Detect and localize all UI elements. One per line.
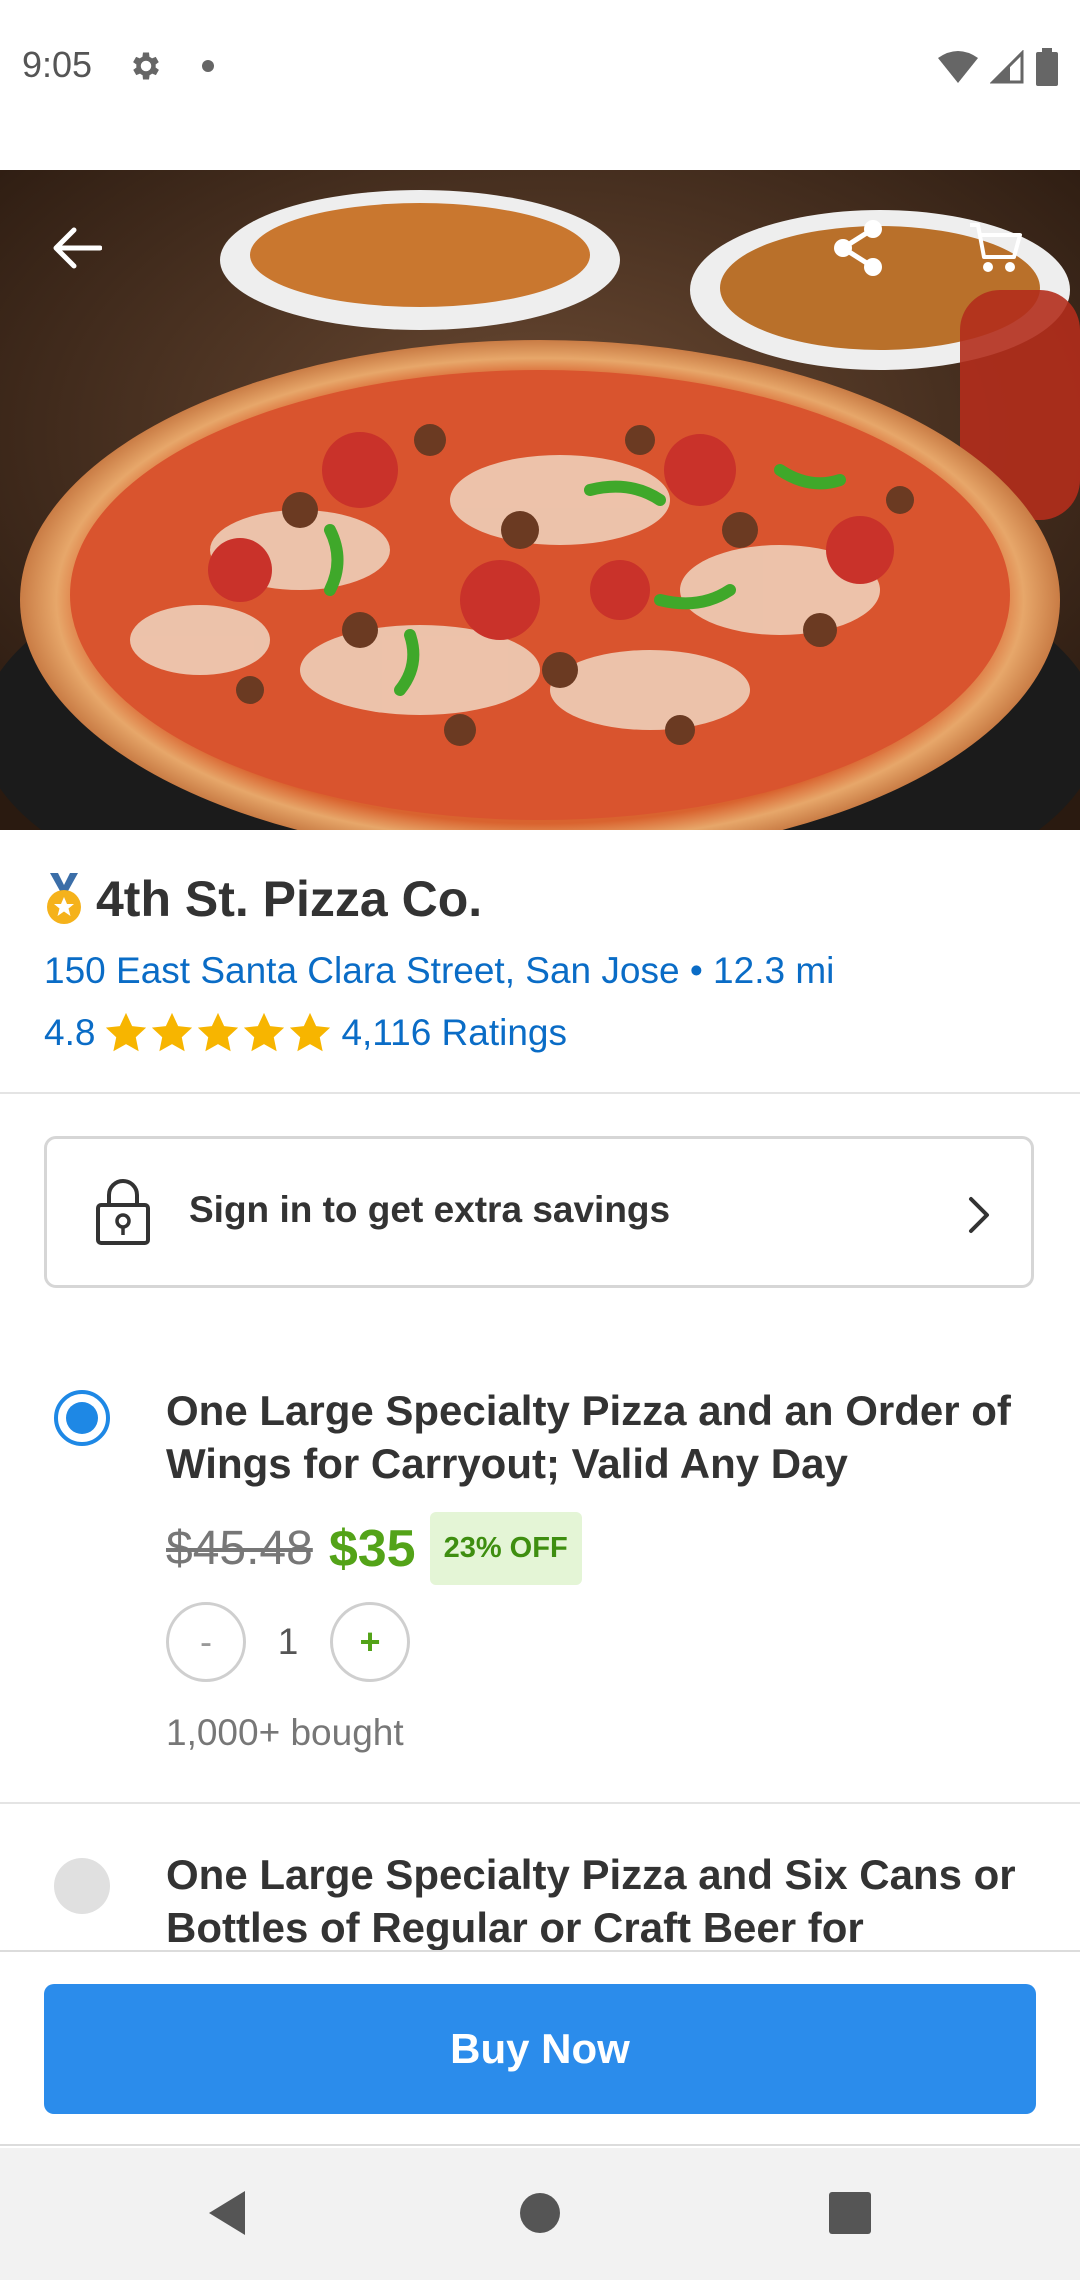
nav-back-icon xyxy=(209,2191,245,2235)
original-price: $45.48 xyxy=(166,1522,313,1575)
star-icon xyxy=(198,1012,239,1052)
status-time: 9:05 xyxy=(22,44,93,85)
quantity-stepper: - 1 + xyxy=(166,1602,410,1682)
cart-button[interactable] xyxy=(956,208,1036,288)
gear-icon xyxy=(133,52,159,80)
hero-image xyxy=(0,170,1080,830)
pizza-photo xyxy=(0,170,1080,830)
nav-home-icon xyxy=(520,2193,560,2233)
wifi-icon xyxy=(938,51,978,83)
notification-dot-icon xyxy=(202,60,214,72)
star-icon xyxy=(152,1012,193,1052)
star-rating xyxy=(103,1010,333,1056)
signin-savings-banner[interactable]: Sign in to get extra savings xyxy=(44,1136,1034,1288)
nav-recents-icon xyxy=(829,2192,871,2234)
back-button[interactable] xyxy=(36,208,116,288)
deal-option[interactable]: One Large Specialty Pizza and Six Cans o… xyxy=(0,1804,1080,1954)
deal-option[interactable]: One Large Specialty Pizza and an Order o… xyxy=(0,1360,1080,1804)
star-icon xyxy=(106,1012,147,1052)
ratings-count: 4,116 Ratings xyxy=(341,1012,568,1053)
increase-quantity-button[interactable]: + xyxy=(330,1602,410,1682)
merchant-address-link[interactable]: 150 East Santa Clara Street, San Jose • … xyxy=(44,950,834,992)
cart-icon xyxy=(970,223,1022,272)
merchant-info: 4th St. Pizza Co. 150 East Santa Clara S… xyxy=(0,830,1080,1094)
discount-badge: 23% OFF xyxy=(429,1512,582,1585)
status-icons xyxy=(938,48,1058,86)
discounted-price: $35 xyxy=(328,1519,416,1578)
status-bar: 9:05 xyxy=(0,0,1080,170)
quantity-value: 1 xyxy=(277,1621,299,1662)
signin-label: Sign in to get extra savings xyxy=(189,1189,671,1230)
lock-icon xyxy=(96,1179,150,1245)
nav-home-button[interactable] xyxy=(505,2178,575,2248)
option-radio-unselected[interactable] xyxy=(54,1858,110,1914)
option-radio-selected[interactable] xyxy=(54,1390,110,1446)
price-row: $45.48 $35 23% OFF xyxy=(166,1512,582,1585)
share-icon xyxy=(834,220,882,276)
nav-recents-button[interactable] xyxy=(815,2178,885,2248)
share-button[interactable] xyxy=(818,208,898,288)
chevron-right-icon xyxy=(969,1197,989,1233)
decrease-quantity-button[interactable]: - xyxy=(166,1602,246,1682)
bought-count: 1,000+ bought xyxy=(166,1712,404,1753)
battery-icon xyxy=(1036,48,1058,86)
star-icon xyxy=(244,1012,285,1052)
star-icon xyxy=(290,1012,331,1052)
buy-bar: Buy Now xyxy=(0,1950,1080,2146)
option-title: One Large Specialty Pizza and Six Cans o… xyxy=(166,1851,1016,1951)
merchant-name: 4th St. Pizza Co. xyxy=(96,871,483,927)
nav-back-button[interactable] xyxy=(192,2178,262,2248)
rating-row[interactable]: 4.8 4,116 Ratings xyxy=(44,1010,567,1056)
rating-value: 4.8 xyxy=(44,1012,96,1053)
back-arrow-icon xyxy=(53,227,102,269)
buy-now-button[interactable]: Buy Now xyxy=(44,1984,1036,2114)
medal-icon xyxy=(47,873,81,924)
cell-signal-icon xyxy=(990,50,1024,84)
system-nav-bar xyxy=(0,2148,1080,2280)
merchant-title-row: 4th St. Pizza Co. xyxy=(44,870,482,928)
option-title: One Large Specialty Pizza and an Order o… xyxy=(166,1387,1011,1487)
